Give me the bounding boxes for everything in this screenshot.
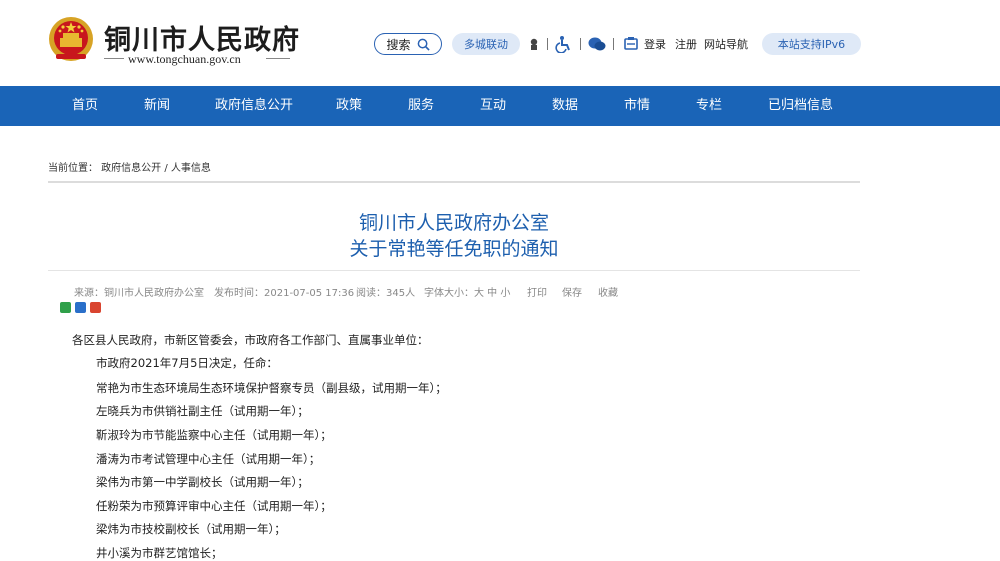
national-emblem-icon[interactable] xyxy=(48,14,94,64)
divider xyxy=(547,38,548,50)
nav-item-data[interactable]: 数据 xyxy=(552,86,578,126)
article-paragraph: 井小溪为市群艺馆馆长； xyxy=(96,546,223,560)
favorite-button[interactable]: 收藏 xyxy=(598,284,618,299)
elder-mode-icon[interactable] xyxy=(526,34,542,54)
article-paragraph: 市政府2021年7月5日决定，任命： xyxy=(96,356,278,370)
site-url: www.tongchuan.gov.cn xyxy=(128,52,241,66)
site-nav-link[interactable]: 网站导航 xyxy=(704,36,748,52)
share-qq-icon[interactable] xyxy=(75,302,86,313)
search-label: 搜索 xyxy=(386,37,411,52)
article-paragraph: 常艳为市生态环境局生态环境保护督察专员（副县级，试用期一年）； xyxy=(96,381,447,395)
article-paragraph: 梁伟为市第一中学副校长（试用期一年）； xyxy=(96,475,309,489)
user-login-icon[interactable] xyxy=(621,34,641,54)
wechat-icon[interactable] xyxy=(587,34,607,54)
nav-item-news[interactable]: 新闻 xyxy=(144,86,170,126)
article-paragraph: 潘涛为市考试管理中心主任（试用期一年）； xyxy=(96,452,321,466)
nav-item-gov-info[interactable]: 政府信息公开 xyxy=(215,86,293,126)
nav-item-home[interactable]: 首页 xyxy=(72,86,98,126)
nav-item-archive[interactable]: 已归档信息 xyxy=(768,86,833,126)
divider xyxy=(48,181,860,183)
article-source: 来源：铜川市人民政府办公室 xyxy=(74,288,204,299)
print-button[interactable]: 打印 xyxy=(527,284,547,299)
accessibility-icon[interactable] xyxy=(554,34,574,54)
divider xyxy=(580,38,581,50)
url-divider-right xyxy=(266,58,290,59)
article-views: 阅读：345人 xyxy=(356,288,416,299)
divider xyxy=(48,270,860,271)
article-title-line2: 关于常艳等任免职的通知 xyxy=(349,238,559,260)
article-paragraph: 梁炜为市技校副校长（试用期一年）； xyxy=(96,522,286,536)
nav-item-service[interactable]: 服务 xyxy=(408,86,434,126)
article-paragraph: 靳淑玲为市节能监察中心主任（试用期一年）； xyxy=(96,428,332,442)
article-paragraph: 左晓兵为市供销社副主任（试用期一年）； xyxy=(96,404,309,418)
register-link[interactable]: 注册 xyxy=(675,36,697,52)
ipv6-badge[interactable]: 本站支持IPv6 xyxy=(762,33,861,55)
site-header: 铜川市人民政府 www.tongchuan.gov.cn 搜索 多城联动 登录 … xyxy=(0,0,1000,86)
search-button[interactable]: 搜索 xyxy=(374,33,442,55)
login-link[interactable]: 登录 xyxy=(644,36,666,52)
url-divider-left xyxy=(104,58,124,59)
save-button[interactable]: 保存 xyxy=(562,284,582,299)
article-salutation: 各区县人民政府，市新区管委会，市政府各工作部门、直属事业单位： xyxy=(72,333,429,347)
search-icon xyxy=(417,38,430,51)
share-weibo-icon[interactable] xyxy=(90,302,101,313)
nav-item-interaction[interactable]: 互动 xyxy=(480,86,506,126)
divider xyxy=(613,38,614,50)
breadcrumb[interactable]: 当前位置： 政府信息公开 / 人事信息 xyxy=(48,159,211,174)
share-wechat-icon[interactable] xyxy=(60,302,71,313)
font-size-control[interactable]: 字体大小：大 中 小 xyxy=(424,284,510,299)
region-link-button[interactable]: 多城联动 xyxy=(452,33,520,55)
article-paragraph: 任粉荣为市预算评审中心主任（试用期一年）； xyxy=(96,499,332,513)
nav-item-city[interactable]: 市情 xyxy=(624,86,650,126)
nav-item-column[interactable]: 专栏 xyxy=(696,86,722,126)
article-title-line1: 铜川市人民政府办公室 xyxy=(358,212,549,234)
article-date: 发布时间：2021-07-05 17:36 xyxy=(214,288,355,299)
main-nav: 首页 新闻 政府信息公开 政策 服务 互动 数据 市情 专栏 已归档信息 xyxy=(0,86,1000,126)
nav-item-policy[interactable]: 政策 xyxy=(336,86,362,126)
